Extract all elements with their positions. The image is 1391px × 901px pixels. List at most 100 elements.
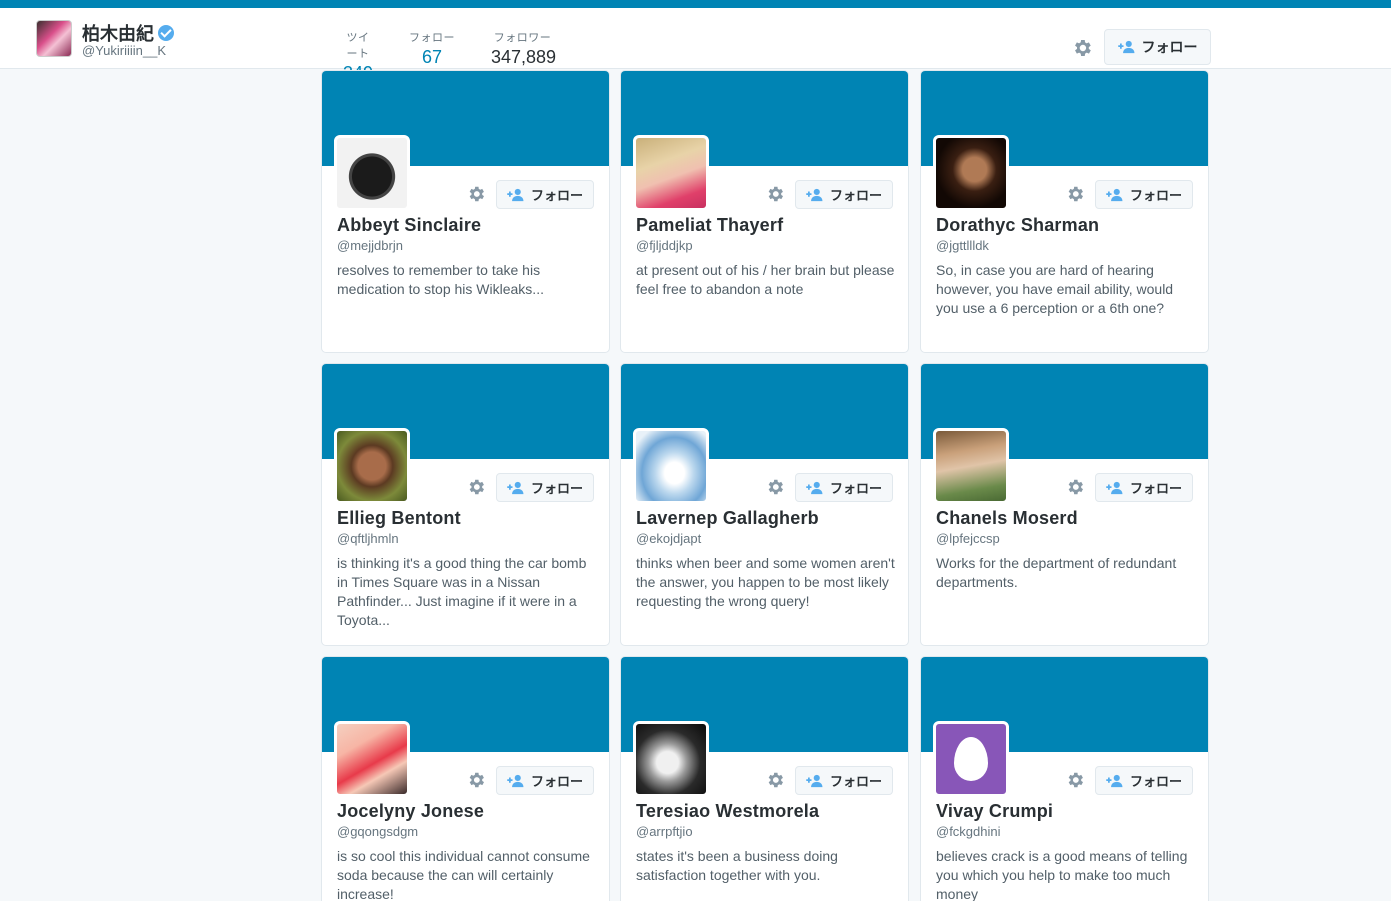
card-avatar[interactable] (633, 721, 709, 797)
card-follow-label: フォロー (530, 775, 583, 790)
profile-stats-nav: ツイート 349 フォロー 67 フォロワー 347,889 (327, 16, 570, 83)
card-gear-icon[interactable] (1065, 770, 1085, 790)
settings-gear-icon[interactable] (1071, 37, 1093, 59)
profile-avatar[interactable] (36, 20, 72, 57)
follow-person-icon (507, 188, 524, 201)
user-card[interactable]: フォロー Jocelyny Jonese @gqongsdgm is so co… (321, 656, 610, 901)
card-user-name[interactable]: Lavernep Gallagherb (636, 508, 819, 529)
card-follow-label: フォロー (1129, 775, 1182, 790)
user-card[interactable]: フォロー Teresiao Westmorela @arrpftjio stat… (620, 656, 909, 901)
egg-icon (954, 737, 988, 781)
follow-person-icon (1117, 40, 1134, 54)
card-user-bio: resolves to remember to take his medicat… (337, 262, 544, 297)
card-follow-button[interactable]: フォロー (795, 766, 893, 795)
follow-person-icon (1106, 774, 1123, 787)
user-card[interactable]: フォロー Abbeyt Sinclaire @mejjdbrjn resolve… (321, 70, 610, 353)
card-user-bio: states it's been a business doing satisf… (636, 848, 838, 883)
card-follow-label: フォロー (829, 482, 882, 497)
card-avatar[interactable] (933, 135, 1009, 211)
user-card[interactable]: フォロー Chanels Moserd @lpfejccsp Works for… (920, 363, 1209, 646)
user-card[interactable]: フォロー Dorathyc Sharman @jgttllldk So, in … (920, 70, 1209, 353)
card-user-name[interactable]: Chanels Moserd (936, 508, 1078, 529)
stat-followers-value: 347,889 (491, 47, 557, 67)
follow-person-icon (507, 481, 524, 494)
stat-tweets[interactable]: ツイート 349 (327, 16, 389, 83)
card-user-name[interactable]: Jocelyny Jonese (337, 801, 484, 822)
card-gear-icon[interactable] (765, 184, 785, 204)
card-user-name[interactable]: Abbeyt Sinclaire (337, 215, 481, 236)
card-follow-button[interactable]: フォロー (795, 180, 893, 209)
card-follow-button[interactable]: フォロー (795, 473, 893, 502)
profile-handle: @Yukiriiiin__K (82, 43, 167, 58)
card-avatar[interactable] (334, 428, 410, 504)
card-user-bio: believes crack is a good means of tellin… (936, 848, 1188, 901)
follow-person-icon (1106, 481, 1123, 494)
card-follow-label: フォロー (530, 189, 583, 204)
card-avatar[interactable] (334, 721, 410, 797)
card-user-name[interactable]: Ellieg Bentont (337, 508, 461, 529)
follow-person-icon (806, 774, 823, 787)
card-avatar[interactable] (633, 135, 709, 211)
follow-person-icon (806, 481, 823, 494)
card-user-handle: @fjljddjkp (636, 238, 693, 253)
card-follow-button[interactable]: フォロー (1095, 473, 1193, 502)
card-follow-button[interactable]: フォロー (496, 180, 594, 209)
verified-badge-icon (158, 25, 174, 41)
card-user-name[interactable]: Dorathyc Sharman (936, 215, 1099, 236)
card-user-name[interactable]: Teresiao Westmorela (636, 801, 819, 822)
card-user-handle: @ekojdjapt (636, 531, 702, 546)
card-user-handle: @mejjdbrjn (337, 238, 403, 253)
card-gear-icon[interactable] (466, 184, 486, 204)
card-user-bio: is so cool this individual cannot consum… (337, 848, 590, 901)
stat-tweets-label: ツイート (346, 31, 370, 60)
card-user-handle: @gqongsdgm (337, 824, 419, 839)
user-card[interactable]: フォロー Vivay Crumpi @fckgdhini believes cr… (920, 656, 1209, 901)
stat-following-value: 67 (421, 47, 443, 67)
card-follow-button[interactable]: フォロー (496, 766, 594, 795)
card-follow-label: フォロー (1129, 482, 1182, 497)
card-follow-label: フォロー (1129, 189, 1182, 204)
card-follow-label: フォロー (829, 775, 882, 790)
card-avatar[interactable] (933, 428, 1009, 504)
profile-header: 柏木由紀 @Yukiriiiin__K ツイート 349 フォロー 67 フォロ… (0, 8, 1391, 83)
card-user-handle: @jgttllldk (936, 238, 989, 253)
card-user-name[interactable]: Pameliat Thayerf (636, 215, 783, 236)
card-user-handle: @arrpftjio (636, 824, 693, 839)
header-follow-button[interactable]: フォロー (1104, 29, 1211, 65)
card-avatar[interactable] (933, 721, 1009, 797)
card-follow-label: フォロー (530, 482, 583, 497)
card-avatar[interactable] (334, 135, 410, 211)
follow-person-icon (806, 188, 823, 201)
header-follow-label: フォロー (1141, 40, 1198, 56)
card-gear-icon[interactable] (1065, 477, 1085, 497)
card-gear-icon[interactable] (765, 477, 785, 497)
card-user-bio: Works for the department of redundant de… (936, 555, 1177, 590)
card-gear-icon[interactable] (466, 477, 486, 497)
card-user-handle: @lpfejccsp (936, 531, 1000, 546)
follow-person-icon (1106, 188, 1123, 201)
card-follow-button[interactable]: フォロー (496, 473, 594, 502)
card-user-handle: @fckgdhini (936, 824, 1001, 839)
follow-person-icon (507, 774, 524, 787)
card-gear-icon[interactable] (765, 770, 785, 790)
stat-following[interactable]: フォロー 67 (389, 16, 475, 77)
card-avatar[interactable] (633, 428, 709, 504)
card-gear-icon[interactable] (1065, 184, 1085, 204)
top-accent-bar (0, 0, 1391, 8)
card-user-bio: is thinking it's a good thing the car bo… (337, 555, 587, 628)
stat-followers-label: フォロワー (493, 31, 552, 44)
card-gear-icon[interactable] (466, 770, 486, 790)
stat-followers[interactable]: フォロワー 347,889 (475, 16, 570, 77)
card-user-bio: So, in case you are hard of hearing howe… (936, 262, 1174, 316)
user-card[interactable]: フォロー Lavernep Gallagherb @ekojdjapt thin… (620, 363, 909, 646)
card-follow-label: フォロー (829, 189, 882, 204)
user-card[interactable]: フォロー Ellieg Bentont @qftljhmln is thinki… (321, 363, 610, 646)
card-follow-button[interactable]: フォロー (1095, 180, 1193, 209)
card-user-name[interactable]: Vivay Crumpi (936, 801, 1053, 822)
card-user-bio: at present out of his / her brain but pl… (636, 262, 895, 297)
card-user-handle: @qftljhmln (337, 531, 399, 546)
card-follow-button[interactable]: フォロー (1095, 766, 1193, 795)
user-card[interactable]: フォロー Pameliat Thayerf @fjljddjkp at pres… (620, 70, 909, 353)
card-user-bio: thinks when beer and some women aren't t… (636, 555, 895, 609)
stat-following-label: フォロー (409, 31, 455, 44)
